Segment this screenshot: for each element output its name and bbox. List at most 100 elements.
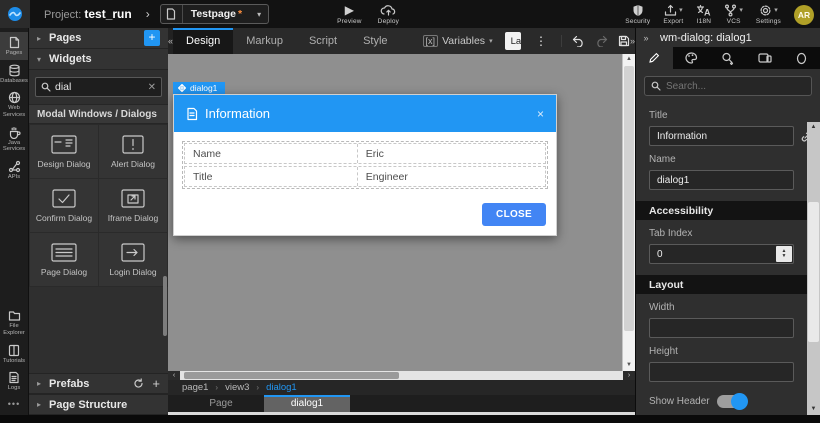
sidebar-item-tutorials[interactable]: Tutorials xyxy=(0,340,28,368)
undo-button[interactable] xyxy=(572,35,585,47)
widget-design-dialog[interactable]: Design Dialog xyxy=(30,125,98,178)
show-header-toggle[interactable] xyxy=(717,393,748,410)
page-structure-section-header[interactable]: ▸ Page Structure xyxy=(29,394,168,415)
scrollbar-track[interactable] xyxy=(180,371,623,380)
move-icon xyxy=(178,84,186,92)
widget-page-dialog[interactable]: Page Dialog xyxy=(30,233,98,286)
breadcrumb-view3[interactable]: view3 xyxy=(225,382,249,393)
deploy-button[interactable]: Deploy xyxy=(378,3,399,25)
sidebar-item-apis[interactable]: APIs xyxy=(0,156,28,184)
page-selector-dropdown[interactable]: Testpage * ▾ xyxy=(159,4,270,24)
tab-security[interactable] xyxy=(783,47,820,69)
widget-iframe-dialog[interactable]: Iframe Dialog xyxy=(99,179,167,232)
left-icon-rail: Pages Databases Web Services Java Servic… xyxy=(0,28,28,415)
scrollbar-thumb[interactable] xyxy=(184,372,399,379)
redo-button[interactable] xyxy=(595,35,608,47)
table-row[interactable]: Name Eric xyxy=(184,143,546,164)
breadcrumb: page1 › view3 › dialog1 xyxy=(168,380,635,395)
tab-markup[interactable]: Markup xyxy=(233,28,296,54)
tab-styles[interactable] xyxy=(673,47,710,69)
widgets-section-header[interactable]: ▾ Widgets xyxy=(29,49,168,70)
widget-alert-dialog[interactable]: Alert Dialog xyxy=(99,125,167,178)
widget-confirm-dialog[interactable]: Confirm Dialog xyxy=(30,179,98,232)
properties-scrollbar[interactable]: ▲ ▼ xyxy=(807,122,820,415)
breadcrumb-dialog1[interactable]: dialog1 xyxy=(266,382,297,393)
widget-search-input[interactable] xyxy=(55,81,144,93)
add-page-button[interactable]: + xyxy=(144,30,160,46)
left-panel-scrollbar[interactable] xyxy=(163,276,167,336)
section-accessibility[interactable]: Accessibility xyxy=(636,201,820,220)
design-canvas[interactable]: dialog1 Information × Name Eric Title En… xyxy=(168,54,635,371)
width-field[interactable] xyxy=(649,318,794,338)
security-button[interactable]: Security xyxy=(625,3,650,25)
scroll-down-icon[interactable]: ▼ xyxy=(623,360,635,371)
tab-script[interactable]: Script xyxy=(296,28,350,54)
name-field[interactable] xyxy=(649,170,794,190)
app-logo[interactable] xyxy=(0,0,30,28)
settings-button[interactable]: ▾ Settings xyxy=(756,3,781,25)
sidebar-item-java-services[interactable]: Java Services xyxy=(0,122,28,156)
rail-spacer xyxy=(0,184,28,307)
user-avatar[interactable]: AR xyxy=(794,5,814,25)
scroll-right-icon[interactable]: › xyxy=(623,372,635,379)
sidebar-item-logs[interactable]: Logs xyxy=(0,367,28,395)
row-label: Name xyxy=(185,144,358,163)
i18n-button[interactable]: A I18N xyxy=(696,3,711,25)
sidebar-item-web-services[interactable]: Web Services xyxy=(0,87,28,121)
height-field[interactable] xyxy=(649,362,794,382)
table-row[interactable]: Title Engineer xyxy=(184,166,546,187)
number-stepper[interactable]: ▲ ▼ xyxy=(776,246,792,262)
scrollbar-thumb[interactable] xyxy=(808,202,819,342)
search-gear-icon xyxy=(722,52,734,65)
title-field[interactable] xyxy=(649,126,794,146)
scroll-up-icon[interactable]: ▲ xyxy=(807,122,820,133)
breadcrumb-page1[interactable]: page1 xyxy=(182,382,208,393)
step-down-icon[interactable]: ▼ xyxy=(782,254,787,259)
iframe-dialog-icon xyxy=(121,188,145,208)
canvas-vertical-scrollbar[interactable]: ▲ ▼ xyxy=(622,54,635,371)
save-button[interactable] xyxy=(618,35,630,47)
sidebar-item-databases[interactable]: Databases xyxy=(0,60,28,88)
sidebar-item-pages[interactable]: Pages xyxy=(0,32,28,60)
tab-design[interactable]: Design xyxy=(173,28,234,54)
scrollbar-thumb[interactable] xyxy=(624,66,634,331)
tab-events[interactable] xyxy=(710,47,747,69)
scroll-down-icon[interactable]: ▼ xyxy=(807,404,820,415)
rail-more-button[interactable]: ••• xyxy=(0,395,28,415)
pages-section-header[interactable]: ▸ Pages + xyxy=(29,28,168,49)
dialog-close-button[interactable]: CLOSE xyxy=(482,202,546,226)
collapse-right-panel-button[interactable]: » xyxy=(640,33,652,43)
translate-icon: A xyxy=(696,3,711,17)
coffee-icon xyxy=(9,126,21,139)
widget-login-dialog[interactable]: Login Dialog xyxy=(99,233,167,286)
page-icon xyxy=(161,5,183,23)
tab-device[interactable] xyxy=(746,47,783,69)
chevron-down-icon: ▾ xyxy=(739,7,743,14)
scroll-left-icon[interactable]: ‹ xyxy=(168,372,180,379)
refresh-icon[interactable] xyxy=(133,378,144,389)
row-label: Title xyxy=(185,167,358,186)
preview-button[interactable]: ▶ Preview xyxy=(337,3,362,25)
variables-button[interactable]: [x] Variables ▾ xyxy=(422,35,493,47)
device-selector[interactable]: Laptop with MDPI Screen ▾ xyxy=(504,32,521,50)
add-prefab-button[interactable]: + xyxy=(152,377,160,390)
tab-properties[interactable] xyxy=(636,47,673,69)
prefabs-section-header[interactable]: ▸ Prefabs + xyxy=(29,373,168,394)
dialog-close-icon[interactable]: × xyxy=(537,107,544,121)
tab-page[interactable]: Page xyxy=(178,395,264,412)
clear-search-icon[interactable]: ✕ xyxy=(148,82,156,93)
vcs-button[interactable]: ▾ VCS xyxy=(724,3,743,25)
canvas-horizontal-scrollbar[interactable]: ‹ › xyxy=(168,371,635,380)
sidebar-item-file-explorer[interactable]: File Explorer xyxy=(0,306,28,339)
scroll-up-icon[interactable]: ▲ xyxy=(623,54,635,65)
tab-style[interactable]: Style xyxy=(350,28,400,54)
collapsed-triangle-icon: ▸ xyxy=(37,400,42,409)
section-layout[interactable]: Layout xyxy=(636,275,820,294)
tabindex-field[interactable] xyxy=(649,244,794,264)
tab-dialog1[interactable]: dialog1 xyxy=(264,395,350,412)
property-search-input[interactable] xyxy=(666,80,805,92)
dialog-preview[interactable]: Information × Name Eric Title Engineer C… xyxy=(173,94,557,236)
pencil-icon xyxy=(649,52,660,63)
more-options-icon[interactable]: ⋮ xyxy=(531,34,551,48)
export-button[interactable]: ▾ Export xyxy=(663,3,683,25)
